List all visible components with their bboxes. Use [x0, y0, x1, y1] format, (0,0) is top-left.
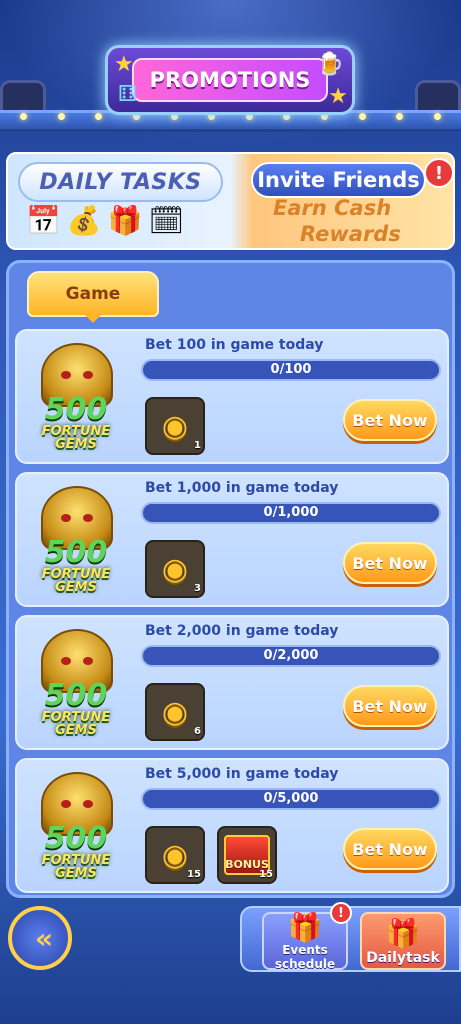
task-list: 500 FORTUNE GEMS Bet 100 in game today 0… [15, 329, 449, 901]
promotions-banner: ★ ⚅ PROMOTIONS 🍺 ★ [105, 45, 355, 115]
tasks-panel: Game 500 FORTUNE GEMS Bet 100 in game to… [6, 260, 455, 898]
game-number: 500 [44, 678, 108, 713]
back-button[interactable]: « [8, 906, 72, 970]
task-title: Bet 100 in game today [145, 337, 324, 353]
dice-icon: ⚅ [118, 82, 138, 107]
coins-icon: ◉ [161, 551, 189, 587]
game-name: FORTUNE GEMS [41, 424, 111, 452]
fortune-gems-thumbnail[interactable]: 500 FORTUNE GEMS [27, 486, 125, 594]
game-number: 500 [44, 821, 108, 856]
bet-now-label: Bet Now [352, 839, 428, 859]
bet-now-label: Bet Now [352, 553, 428, 573]
gift-box-icon: 🎁 [385, 916, 421, 950]
invite-friends-label: Invite Friends [257, 168, 420, 192]
bet-now-button[interactable]: Bet Now [343, 828, 437, 870]
dailytask-button[interactable]: 🎁 Dailytask [360, 912, 446, 970]
progress-bar: 0/2,000 [141, 645, 441, 667]
fortune-gems-thumbnail[interactable]: 500 FORTUNE GEMS [27, 772, 125, 880]
progress-bar: 0/1,000 [141, 502, 441, 524]
daily-tasks-art: 📅 💰 🎁 🗓 [26, 204, 184, 237]
tab-indicator [85, 315, 101, 323]
gift-icon: 🎁 [287, 911, 323, 945]
fortune-gems-thumbnail[interactable]: 500 FORTUNE GEMS [27, 629, 125, 737]
coins-icon: ◉ [161, 694, 189, 730]
task-card: 500 FORTUNE GEMS Bet 2,000 in game today… [15, 615, 449, 750]
bet-now-button[interactable]: Bet Now [343, 399, 437, 441]
daily-tasks-label: DAILY TASKS [39, 169, 202, 195]
progress-text: 0/100 [270, 362, 312, 377]
task-card: 500 FORTUNE GEMS Bet 1,000 in game today… [15, 472, 449, 607]
events-alert-badge: ! [330, 902, 352, 924]
fortune-gems-thumbnail[interactable]: 500 FORTUNE GEMS [27, 343, 125, 451]
beer-icon: 🍺 [316, 52, 344, 77]
coins-icon: ◉ [161, 837, 189, 873]
reward-count: 3 [194, 583, 201, 594]
tab-game-label: Game [65, 284, 121, 304]
bet-now-label: Bet Now [352, 410, 428, 430]
progress-text: 0/5,000 [263, 791, 319, 806]
bet-now-button[interactable]: Bet Now [343, 542, 437, 584]
game-number: 500 [44, 392, 108, 427]
game-name: FORTUNE GEMS [41, 567, 111, 595]
alert-badge: ! [424, 158, 454, 188]
earn-cash-label: Earn Cash [273, 196, 392, 220]
star-icon: ★ [328, 84, 348, 109]
bet-now-button[interactable]: Bet Now [343, 685, 437, 727]
gift-box-icon: 🎁 [107, 204, 143, 237]
invite-friends-button[interactable]: Invite Friends [251, 162, 426, 198]
top-banner-card: DAILY TASKS 📅 💰 🎁 🗓 Invite Friends ! Ear… [6, 152, 455, 250]
reward-count: 1 [194, 440, 201, 451]
events-label-line1: Events [282, 943, 328, 958]
reward-coins[interactable]: ◉ 3 [145, 540, 205, 598]
daily-tasks-button[interactable]: DAILY TASKS [18, 162, 223, 202]
reward-count: 15 [259, 869, 273, 880]
page-title: PROMOTIONS [131, 58, 329, 102]
calendar-icon: 🗓 [148, 204, 185, 237]
tab-game[interactable]: Game [27, 271, 159, 317]
reward-coins[interactable]: ◉ 15 [145, 826, 205, 884]
bet-now-label: Bet Now [352, 696, 428, 716]
reward-count: 15 [187, 869, 201, 880]
game-number: 500 [44, 535, 108, 570]
task-title: Bet 2,000 in game today [145, 623, 339, 639]
game-name: FORTUNE GEMS [41, 853, 111, 881]
dailytask-label: Dailytask [366, 949, 440, 966]
reward-count: 6 [194, 726, 201, 737]
progress-text: 0/2,000 [263, 648, 319, 663]
reward-coins[interactable]: ◉ 6 [145, 683, 205, 741]
progress-bar: 0/100 [141, 359, 441, 381]
task-title: Bet 1,000 in game today [145, 480, 339, 496]
star-icon: ★ [114, 52, 134, 77]
task-title: Bet 5,000 in game today [145, 766, 339, 782]
reward-coins[interactable]: ◉ 1 [145, 397, 205, 455]
treasure-chest-icon: 💰 [66, 204, 102, 237]
calendar-icon: 📅 [26, 204, 61, 237]
rewards-label: Rewards [300, 222, 401, 246]
coins-icon: ◉ [161, 408, 189, 444]
reward-bonus[interactable]: BONUS 15 [217, 826, 277, 884]
progress-bar: 0/5,000 [141, 788, 441, 810]
task-card: 500 FORTUNE GEMS Bet 100 in game today 0… [15, 329, 449, 464]
game-name: FORTUNE GEMS [41, 710, 111, 738]
double-chevron-left-icon: « [34, 921, 53, 955]
progress-text: 0/1,000 [263, 505, 319, 520]
events-label-line2: schedule [274, 956, 336, 971]
dailytask-box: 🎁 Dailytask [360, 912, 446, 970]
task-card: 500 FORTUNE GEMS Bet 5,000 in game today… [15, 758, 449, 893]
